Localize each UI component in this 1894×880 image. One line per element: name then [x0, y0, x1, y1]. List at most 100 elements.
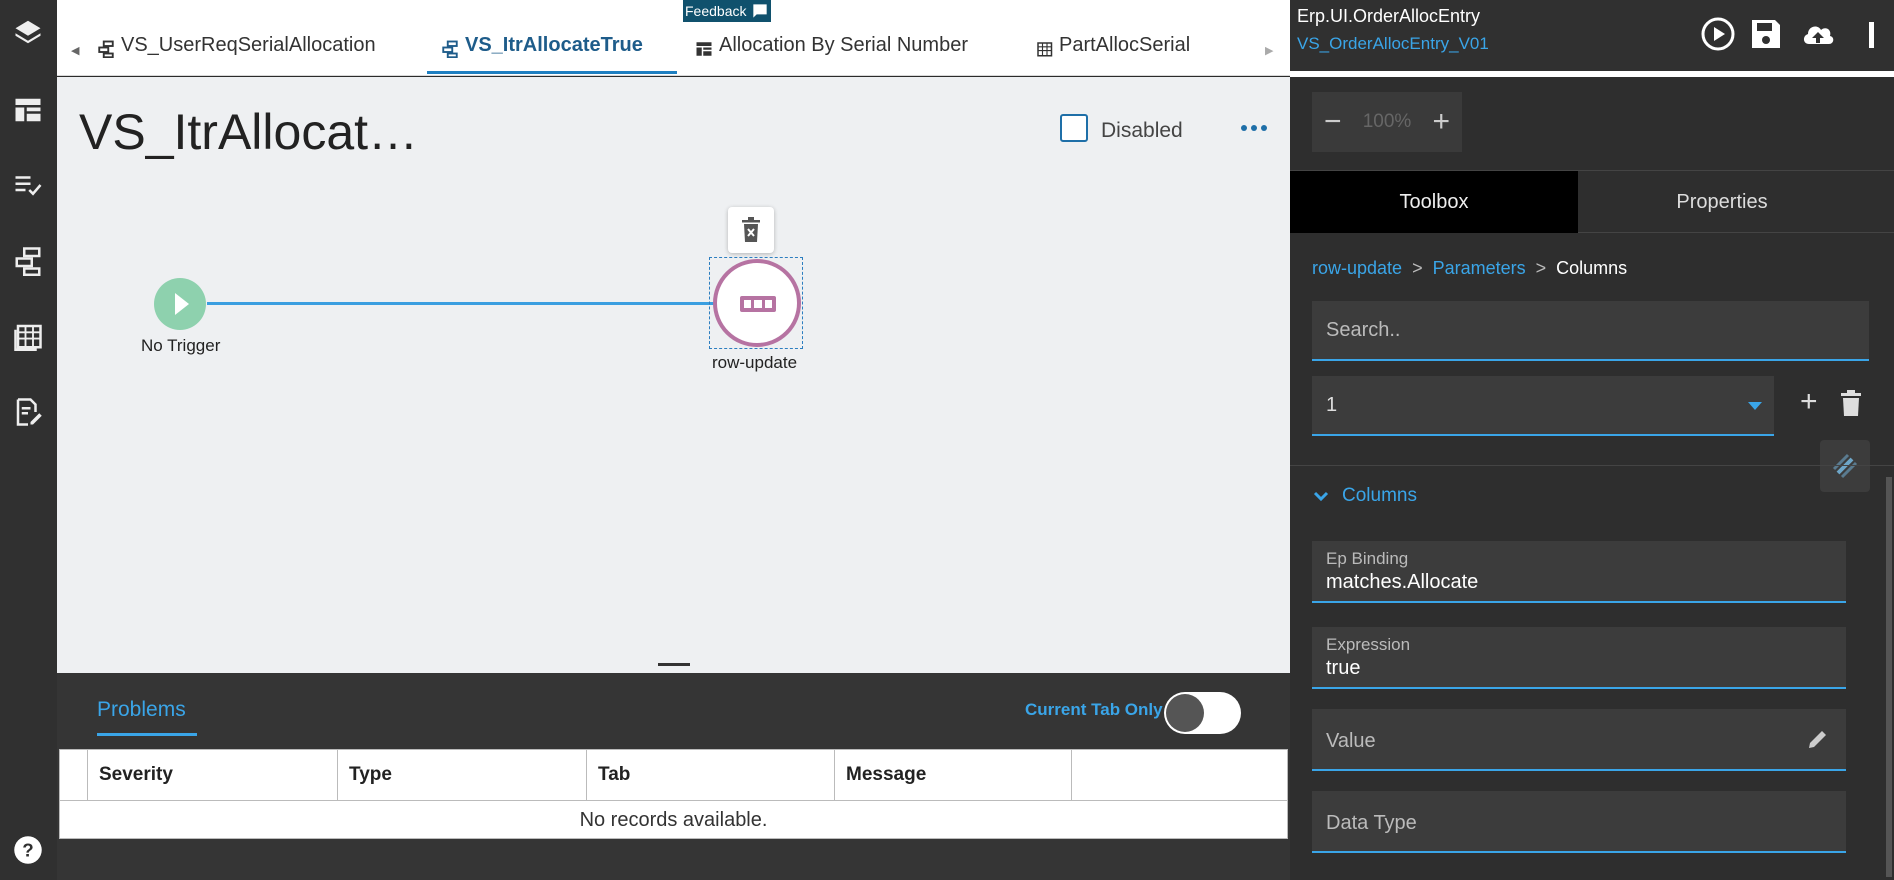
column-header-severity[interactable]: Severity	[87, 750, 337, 800]
breadcrumb-separator: >	[1412, 258, 1423, 278]
field-label: Data Type	[1326, 812, 1417, 834]
field-value: true	[1326, 657, 1361, 679]
feedback-label: Feedback	[685, 3, 747, 19]
workflow-icon	[442, 40, 458, 58]
current-tab-only-toggle[interactable]	[1164, 692, 1241, 734]
layout-icon	[696, 42, 712, 56]
chevron-down-icon	[1748, 402, 1762, 410]
value-field[interactable]: Value	[1312, 709, 1846, 771]
zoom-in-button[interactable]: +	[1432, 105, 1450, 139]
add-icon[interactable]: +	[1800, 385, 1818, 419]
app-header: Erp.UI.OrderAllocEntry VS_OrderAllocEntr…	[1290, 0, 1894, 71]
breadcrumb-parameters[interactable]: Parameters	[1433, 258, 1526, 279]
section-divider	[1290, 465, 1894, 466]
zoom-out-button[interactable]: −	[1324, 105, 1342, 139]
panel-tabs: Toolbox Properties	[1290, 170, 1894, 233]
layout-icon[interactable]	[8, 90, 48, 130]
checklist-icon[interactable]	[8, 165, 48, 205]
tab-label: Allocation By Serial Number	[719, 34, 968, 56]
tab-problems[interactable]: Problems	[97, 698, 186, 722]
search-input[interactable]: Search..	[1312, 301, 1869, 361]
ep-binding-field[interactable]: Ep Binding matches.Allocate	[1312, 541, 1846, 603]
page-title: VS_ItrAllocat…	[79, 104, 419, 160]
row-update-node[interactable]	[713, 259, 801, 347]
row-update-icon	[740, 296, 776, 312]
save-icon[interactable]	[1748, 16, 1784, 52]
tab-vs-itrallocatetrue[interactable]: VS_ItrAllocateTrue	[427, 34, 677, 74]
field-label: Ep Binding	[1326, 549, 1409, 568]
breadcrumb-columns: Columns	[1556, 258, 1628, 278]
left-icon-rail: ?	[0, 0, 57, 880]
column-index-select[interactable]: 1	[1312, 376, 1774, 436]
problems-table: Severity Type Tab Message No records ava…	[59, 749, 1288, 839]
upload-cloud-icon[interactable]	[1800, 16, 1836, 52]
tab-properties[interactable]: Properties	[1578, 171, 1866, 233]
run-icon[interactable]	[1700, 16, 1736, 52]
tab-underline	[97, 733, 197, 736]
columns-section-header[interactable]: Columns	[1312, 485, 1417, 507]
column-header-tab[interactable]: Tab	[586, 750, 834, 800]
more-vertical-icon[interactable]	[1854, 16, 1874, 52]
table-header: Severity Type Tab Message	[59, 749, 1288, 801]
panel-scrollbar[interactable]	[1886, 477, 1892, 877]
feedback-button[interactable]: Feedback	[683, 0, 771, 22]
splitter-grip-icon[interactable]	[658, 663, 690, 666]
tab-allocation-by-serial-number[interactable]: Allocation By Serial Number	[695, 34, 968, 74]
workflow-icon[interactable]	[8, 241, 48, 281]
column-header-message[interactable]: Message	[834, 750, 1071, 800]
connector-line[interactable]	[207, 302, 751, 305]
app-name: Erp.UI.OrderAllocEntry	[1297, 6, 1481, 26]
right-panel: Erp.UI.OrderAllocEntry VS_OrderAllocEntr…	[1290, 0, 1894, 880]
grid-icon[interactable]	[8, 316, 48, 356]
tab-vs-userreqserialallocation[interactable]: VS_UserReqSerialAllocation	[97, 34, 376, 74]
tab-toolbox[interactable]: Toolbox	[1290, 171, 1578, 233]
breadcrumb-separator: >	[1535, 258, 1547, 278]
node-label: row-update	[712, 353, 798, 372]
tab-label: VS_UserReqSerialAllocation	[121, 34, 376, 56]
breadcrumb: row-update > Parameters > Columns	[1312, 258, 1627, 279]
trash-icon[interactable]	[1840, 390, 1862, 416]
data-type-field[interactable]: Data Type	[1312, 791, 1846, 853]
panel-body: − 100% + Toolbox Properties row-update >…	[1290, 77, 1894, 880]
layers-icon[interactable]	[8, 12, 48, 52]
field-label: Value	[1326, 730, 1376, 752]
comment-icon	[753, 4, 768, 18]
floating-action-button[interactable]	[1820, 440, 1870, 492]
zoom-control: − 100% +	[1312, 92, 1462, 152]
pencil-icon[interactable]	[1806, 727, 1830, 751]
column-header-type[interactable]: Type	[337, 750, 586, 800]
current-tab-only-label: Current Tab Only	[1025, 700, 1163, 719]
tab-scroll-left-icon[interactable]: ◀	[71, 44, 79, 57]
trigger-label: No Trigger	[141, 336, 221, 355]
more-options-icon[interactable]	[1241, 125, 1267, 131]
field-value: matches.Allocate	[1326, 571, 1479, 593]
zoom-level: 100%	[1362, 111, 1412, 132]
empty-state-row: No records available.	[59, 801, 1288, 839]
disabled-label: Disabled	[1101, 119, 1183, 142]
tab-label: PartAllocSerial	[1059, 34, 1191, 56]
document-edit-icon[interactable]	[8, 392, 48, 432]
breadcrumb-row-update[interactable]: row-update	[1312, 258, 1402, 279]
column-header-spacer	[60, 750, 87, 800]
slash-layers-icon	[1832, 453, 1858, 479]
workflow-icon	[98, 40, 114, 58]
select-value: 1	[1326, 394, 1338, 416]
disabled-checkbox[interactable]	[1060, 114, 1088, 142]
tab-scroll-right-icon[interactable]: ▶	[1265, 44, 1273, 57]
trigger-node[interactable]	[154, 278, 206, 330]
section-label: Columns	[1342, 485, 1417, 506]
problems-panel: Problems Current Tab Only Severity Type …	[57, 673, 1290, 880]
tab-label: VS_ItrAllocateTrue	[465, 34, 643, 56]
tab-partallocserial[interactable]: PartAllocSerial	[1035, 34, 1190, 74]
svg-text:?: ?	[22, 839, 33, 860]
column-header-spacer	[1071, 750, 1289, 800]
chevron-down-icon	[1313, 491, 1329, 502]
delete-node-button[interactable]	[728, 207, 774, 253]
field-label: Expression	[1326, 635, 1411, 654]
layer-name-link[interactable]: VS_OrderAllocEntry_V01	[1297, 34, 1489, 54]
expression-field[interactable]: Expression true	[1312, 627, 1846, 689]
document-tab-bar: ◀ VS_UserReqSerialAllocation VS_ItrAlloc…	[57, 0, 1290, 76]
grid-icon	[1037, 42, 1053, 57]
help-icon[interactable]: ?	[8, 830, 48, 870]
flow-canvas[interactable]: VS_ItrAllocat… Disabled No Trigger row-u…	[57, 77, 1290, 673]
